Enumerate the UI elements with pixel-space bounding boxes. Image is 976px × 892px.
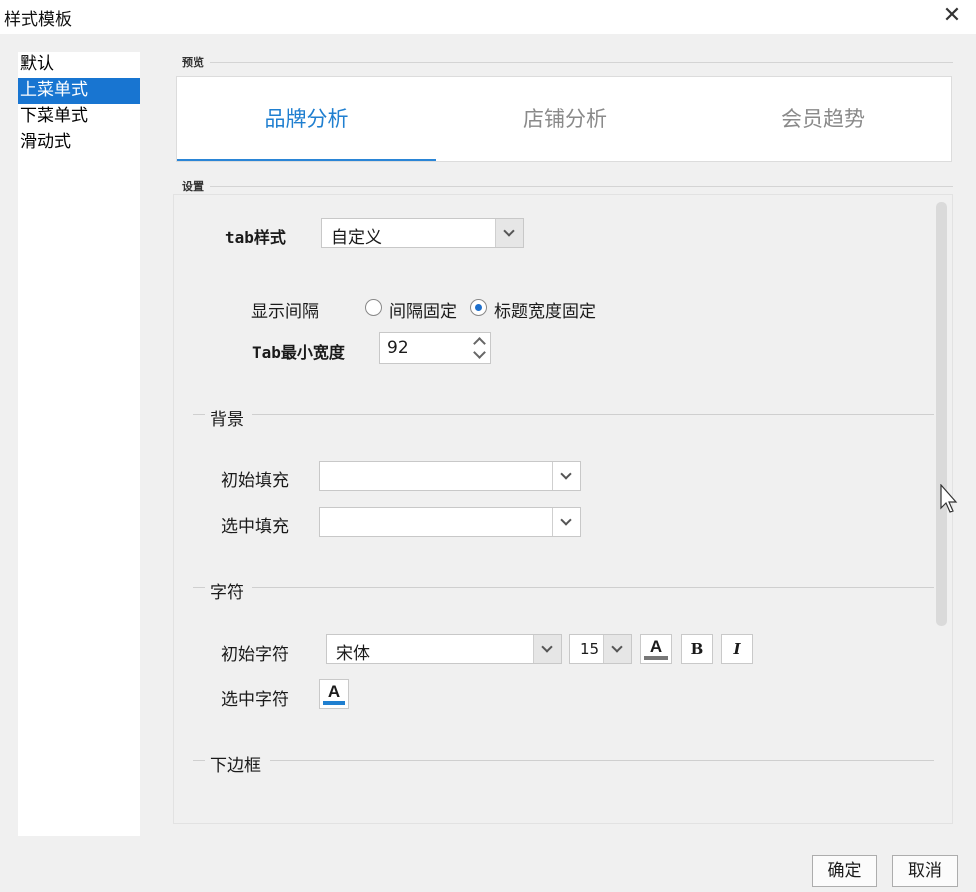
close-icon[interactable]: ✕ [938, 2, 966, 30]
radio-title-width-fixed-label[interactable]: 标题宽度固定 [494, 297, 596, 322]
preview-tab-member[interactable]: 会员趋势 [694, 77, 952, 161]
active-tab-underline [177, 159, 436, 161]
radio-gap-fixed-label[interactable]: 间隔固定 [389, 297, 457, 322]
font-family-select[interactable]: 宋体 [326, 634, 562, 664]
preview-divider [210, 62, 953, 63]
selected-fill-label: 选中填充 [221, 517, 289, 537]
tab-style-select[interactable]: 自定义 [321, 218, 524, 248]
chars-section-line [252, 587, 934, 588]
window-title: 样式模板 [4, 10, 72, 30]
italic-button[interactable]: I [721, 634, 753, 664]
chevron-down-icon[interactable] [552, 462, 580, 490]
min-width-stepper[interactable]: 92 [379, 332, 491, 364]
chevron-down-icon[interactable] [495, 219, 523, 247]
settings-divider [210, 186, 953, 187]
chars-section-title: 字符 [210, 583, 244, 603]
display-gap-label: 显示间隔 [251, 302, 319, 322]
cancel-button[interactable]: 取消 [892, 855, 958, 887]
chevron-down-icon[interactable] [552, 508, 580, 536]
title-bar: 样式模板 ✕ [0, 0, 976, 34]
stepper-down-icon[interactable] [470, 348, 488, 362]
mouse-cursor-icon [940, 484, 958, 513]
vertical-scrollbar[interactable] [936, 202, 947, 626]
initial-fill-select[interactable] [319, 461, 581, 491]
list-item-default[interactable]: 默认 [18, 52, 140, 78]
selected-font-color-icon[interactable]: A [319, 679, 349, 709]
ok-button[interactable]: 确定 [812, 855, 877, 887]
font-color-icon[interactable]: A [640, 634, 672, 664]
font-family-value: 宋体 [336, 644, 370, 664]
chars-section-line-left [193, 587, 205, 588]
initial-fill-label: 初始填充 [221, 471, 289, 491]
bold-button[interactable]: B [681, 634, 713, 664]
radio-title-width-fixed[interactable] [470, 299, 487, 316]
border-section-line-left [193, 760, 205, 761]
selected-font-color-glyph: A [327, 682, 341, 701]
selected-fill-select[interactable] [319, 507, 581, 537]
background-section-title: 背景 [210, 410, 244, 430]
list-item-bottom-menu[interactable]: 下菜单式 [18, 104, 140, 130]
list-item-slide[interactable]: 滑动式 [18, 130, 140, 156]
tab-style-value: 自定义 [331, 228, 382, 248]
min-width-label: Tab最小宽度 [252, 343, 345, 362]
chevron-down-icon[interactable] [533, 635, 561, 663]
min-width-value: 92 [387, 338, 409, 358]
bottom-border-section-title: 下边框 [210, 756, 261, 776]
preview-legend: 预览 [182, 56, 204, 69]
font-size-select[interactable]: 15 [569, 634, 632, 664]
radio-gap-fixed[interactable] [365, 299, 382, 316]
font-size-value: 15 [580, 640, 600, 658]
preview-tab-store[interactable]: 店铺分析 [436, 77, 694, 161]
settings-legend: 设置 [182, 180, 204, 193]
preview-tab-brand[interactable]: 品牌分析 [177, 77, 436, 161]
tab-style-label: tab样式 [225, 228, 286, 247]
background-section-line-left [193, 414, 205, 415]
bottom-border-section-line [270, 760, 934, 761]
template-list: 默认 上菜单式 下菜单式 滑动式 [18, 52, 140, 836]
initial-chars-label: 初始字符 [221, 645, 289, 665]
list-item-top-menu[interactable]: 上菜单式 [18, 78, 140, 104]
selected-chars-label: 选中字符 [221, 690, 289, 710]
font-color-glyph: A [649, 637, 663, 656]
chevron-down-icon[interactable] [603, 635, 631, 663]
background-section-line [252, 414, 934, 415]
preview-box: 品牌分析 店铺分析 会员趋势 [176, 76, 952, 162]
